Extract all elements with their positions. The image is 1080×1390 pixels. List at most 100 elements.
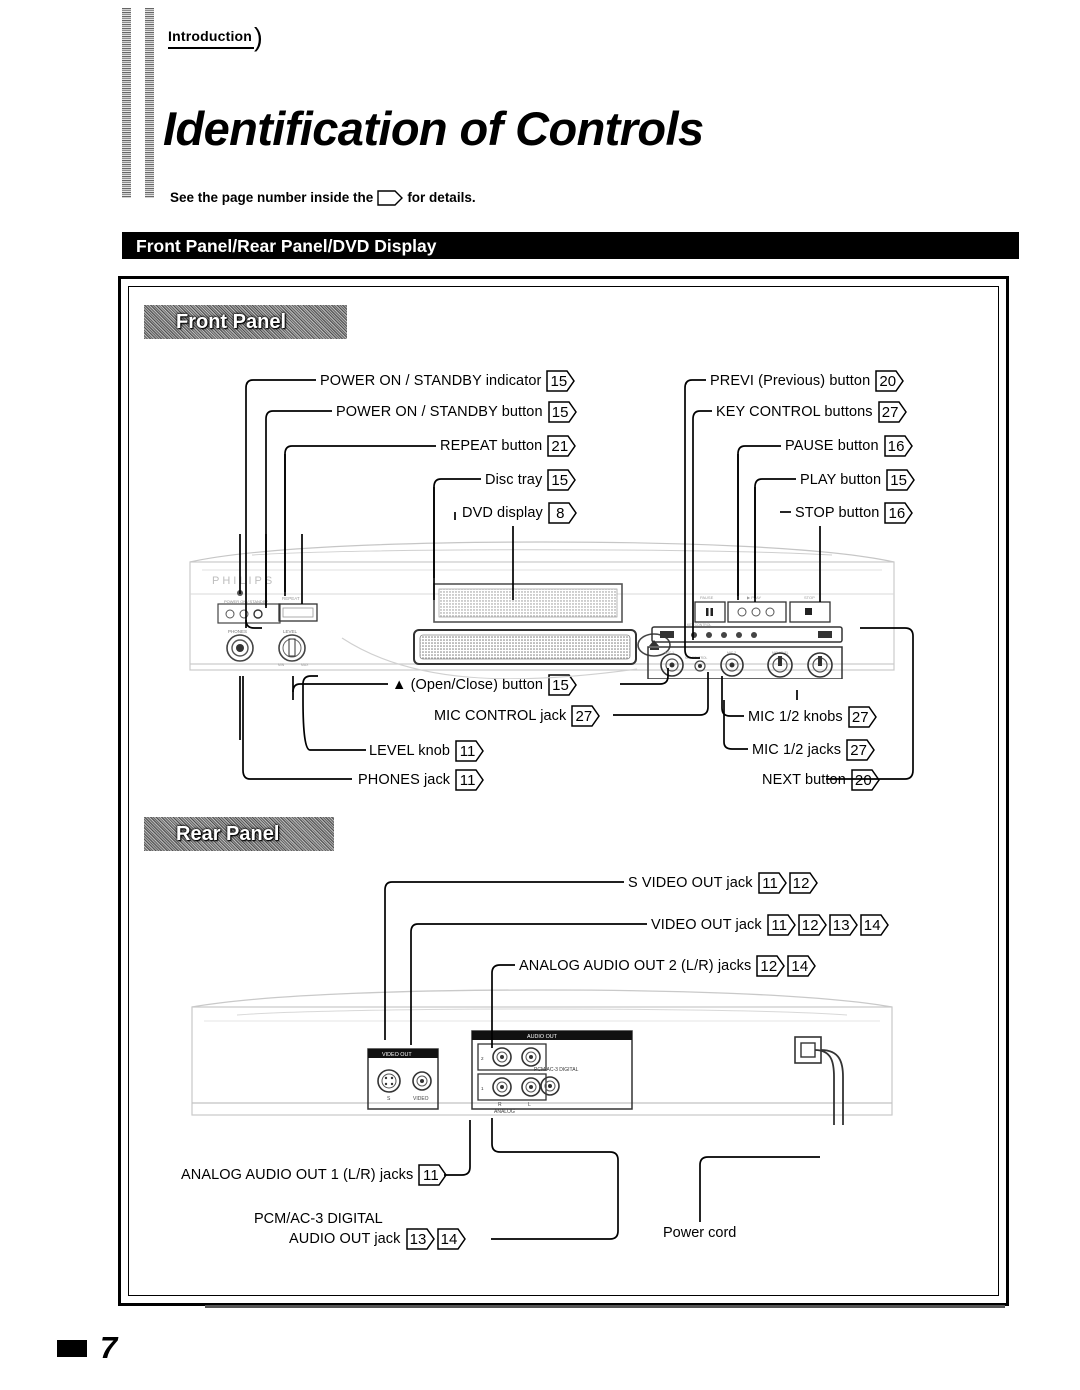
page-tag: 12 xyxy=(788,872,818,894)
decorative-bar-left-1 xyxy=(122,8,131,198)
page-tag: 27 xyxy=(846,739,876,761)
callout-label: VIDEO OUT jack xyxy=(651,917,762,933)
page-tag-number: 21 xyxy=(551,437,569,455)
subsection-rear-panel-label: Rear Panel xyxy=(176,822,280,845)
callout-label: AUDIO OUT jack xyxy=(289,1231,401,1247)
page-tag: 14 xyxy=(859,914,889,936)
page-tag-number: 27 xyxy=(850,741,868,759)
subsection-front-panel-label: Front Panel xyxy=(176,310,287,333)
empty-page-tag-icon xyxy=(377,190,404,206)
page-tag-number: 27 xyxy=(575,707,593,725)
callout-label: NEXT button xyxy=(762,772,846,788)
page-tag: 16 xyxy=(884,502,914,524)
callout-key-control-buttons: KEY CONTROL buttons 27 xyxy=(716,401,909,423)
page-tag-number: 16 xyxy=(888,504,906,522)
page-tag-number: 20 xyxy=(879,372,897,390)
chapter-tag-underline xyxy=(168,47,254,49)
callout-mic-jacks: MIC 1/2 jacks 27 xyxy=(752,739,877,761)
page-tag-number: 11 xyxy=(422,1166,439,1184)
callout-label: REPEAT button xyxy=(440,438,543,454)
callout-label: POWER ON / STANDBY indicator xyxy=(320,373,542,389)
svg-text:2: 2 xyxy=(481,1056,484,1061)
svg-text:AUDIO OUT: AUDIO OUT xyxy=(527,1034,558,1040)
svg-text:POWER ON / STANDBY: POWER ON / STANDBY xyxy=(224,599,268,604)
section-header-label: Front Panel/Rear Panel/DVD Display xyxy=(136,236,437,256)
svg-text:PCM/AC-3 DIGITAL: PCM/AC-3 DIGITAL xyxy=(534,1067,579,1073)
svg-text:PAUSE: PAUSE xyxy=(700,595,714,600)
callout-repeat-button: REPEAT button 21 xyxy=(440,435,578,457)
callout-label: S VIDEO OUT jack xyxy=(628,875,753,891)
callout-analog-audio-out-2: ANALOG AUDIO OUT 2 (L/R) jacks 12 14 xyxy=(519,955,818,977)
page-tag-number: 15 xyxy=(890,471,908,489)
callout-disc-tray: Disc tray 15 xyxy=(485,469,578,491)
page-footer: 7 xyxy=(57,1330,117,1366)
page-tag-number: 15 xyxy=(550,372,568,390)
page-tag: 20 xyxy=(851,769,880,791)
callout-label: Disc tray xyxy=(485,472,543,488)
page-tag-number: 13 xyxy=(409,1230,427,1248)
callout-label: LEVEL knob xyxy=(369,743,451,759)
page-tag: 15 xyxy=(547,469,577,491)
page-tag: 20 xyxy=(875,370,905,392)
svg-text:KEY CONTROL: KEY CONTROL xyxy=(687,623,711,627)
callout-label: PREVI (Previous) button xyxy=(710,373,871,389)
page-tag: 27 xyxy=(877,401,907,423)
callout-s-video-out-jack: S VIDEO OUT jack 11 12 xyxy=(628,872,820,894)
page-tag-number: 14 xyxy=(791,957,809,975)
callout-label: POWER ON / STANDBY button xyxy=(336,404,543,420)
callout-label: MIC 1/2 jacks xyxy=(752,742,842,758)
page-tag-number: 15 xyxy=(552,676,569,694)
svg-text:STOP: STOP xyxy=(804,595,815,600)
callout-analog-audio-out-1: ANALOG AUDIO OUT 1 (L/R) jacks 11 xyxy=(181,1164,449,1186)
page-tag: 15 xyxy=(886,469,916,491)
callout-next-button: NEXT button 20 xyxy=(762,769,882,791)
page-tag-number: 20 xyxy=(854,771,872,789)
page-title: Identification of Controls xyxy=(163,102,704,156)
callout-mic-knobs: MIC 1/2 knobs 27 xyxy=(748,706,879,728)
page-tag: 11 xyxy=(757,872,787,894)
callout-play-button: PLAY button 15 xyxy=(800,469,917,491)
svg-text:LEVEL: LEVEL xyxy=(283,629,298,634)
page-tag: 21 xyxy=(547,435,577,457)
callout-mic-control-jack: MIC CONTROL jack 27 xyxy=(434,705,602,727)
callout-digital-audio-out-jack: AUDIO OUT jack 13 14 xyxy=(289,1228,468,1250)
page-tag-number: 11 xyxy=(762,874,778,892)
svg-text:REPEAT: REPEAT xyxy=(282,596,300,601)
callout-phones-jack: PHONES jack 11 xyxy=(358,769,486,791)
page-tag: 12 xyxy=(756,955,786,977)
callout-label: KEY CONTROL buttons xyxy=(716,404,873,420)
page-tag: 11 xyxy=(766,914,796,936)
page-tag-number: 8 xyxy=(556,504,565,522)
svg-text:MIC CONTROL: MIC CONTROL xyxy=(685,656,708,660)
page-tag-number: 13 xyxy=(832,916,850,934)
callout-label: MIC CONTROL jack xyxy=(434,708,567,724)
callout-label: STOP button xyxy=(795,505,880,521)
page-tag-number: 27 xyxy=(881,403,899,421)
callout-label: PLAY button xyxy=(800,472,882,488)
page-tag-number: 12 xyxy=(792,874,810,892)
chapter-tag: Introduction ) xyxy=(168,24,263,50)
callout-label: ANALOG AUDIO OUT 2 (L/R) jacks xyxy=(519,958,752,974)
callout-power-button: POWER ON / STANDBY button 15 xyxy=(336,401,579,423)
page-tag: 11 xyxy=(418,1164,448,1186)
footer-page-number: 7 xyxy=(100,1330,118,1365)
page-tag: 14 xyxy=(787,955,817,977)
subsection-front-panel-header: Front Panel xyxy=(144,305,347,339)
page-tag-number: 12 xyxy=(760,957,778,975)
page-tag-number: 11 xyxy=(771,916,788,934)
callout-power-cord: Power cord xyxy=(663,1225,737,1241)
page-tag-number: 14 xyxy=(863,916,881,934)
page-tag: 11 xyxy=(455,740,484,762)
callout-label: DVD display xyxy=(462,505,543,521)
rear-panel-illustration: VIDEO OUT S VIDEO AUDIO OUT 2 1 R L ANAL… xyxy=(191,989,893,1125)
section-header-bar: Front Panel/Rear Panel/DVD Display xyxy=(122,232,1019,259)
svg-text:S: S xyxy=(387,1096,391,1102)
callout-previous-button: PREVI (Previous) button 20 xyxy=(710,370,906,392)
page-tag: 13 xyxy=(828,914,858,936)
page-tag-number: 15 xyxy=(551,471,569,489)
callout-video-out-jack: VIDEO OUT jack 11 12 13 14 xyxy=(651,914,891,936)
see-page-note: See the page number inside the for detai… xyxy=(170,190,476,206)
chapter-tag-arrow-icon: ) xyxy=(254,22,263,52)
svg-text:L: L xyxy=(528,1102,531,1108)
callout-level-knob: LEVEL knob 11 xyxy=(369,740,486,762)
